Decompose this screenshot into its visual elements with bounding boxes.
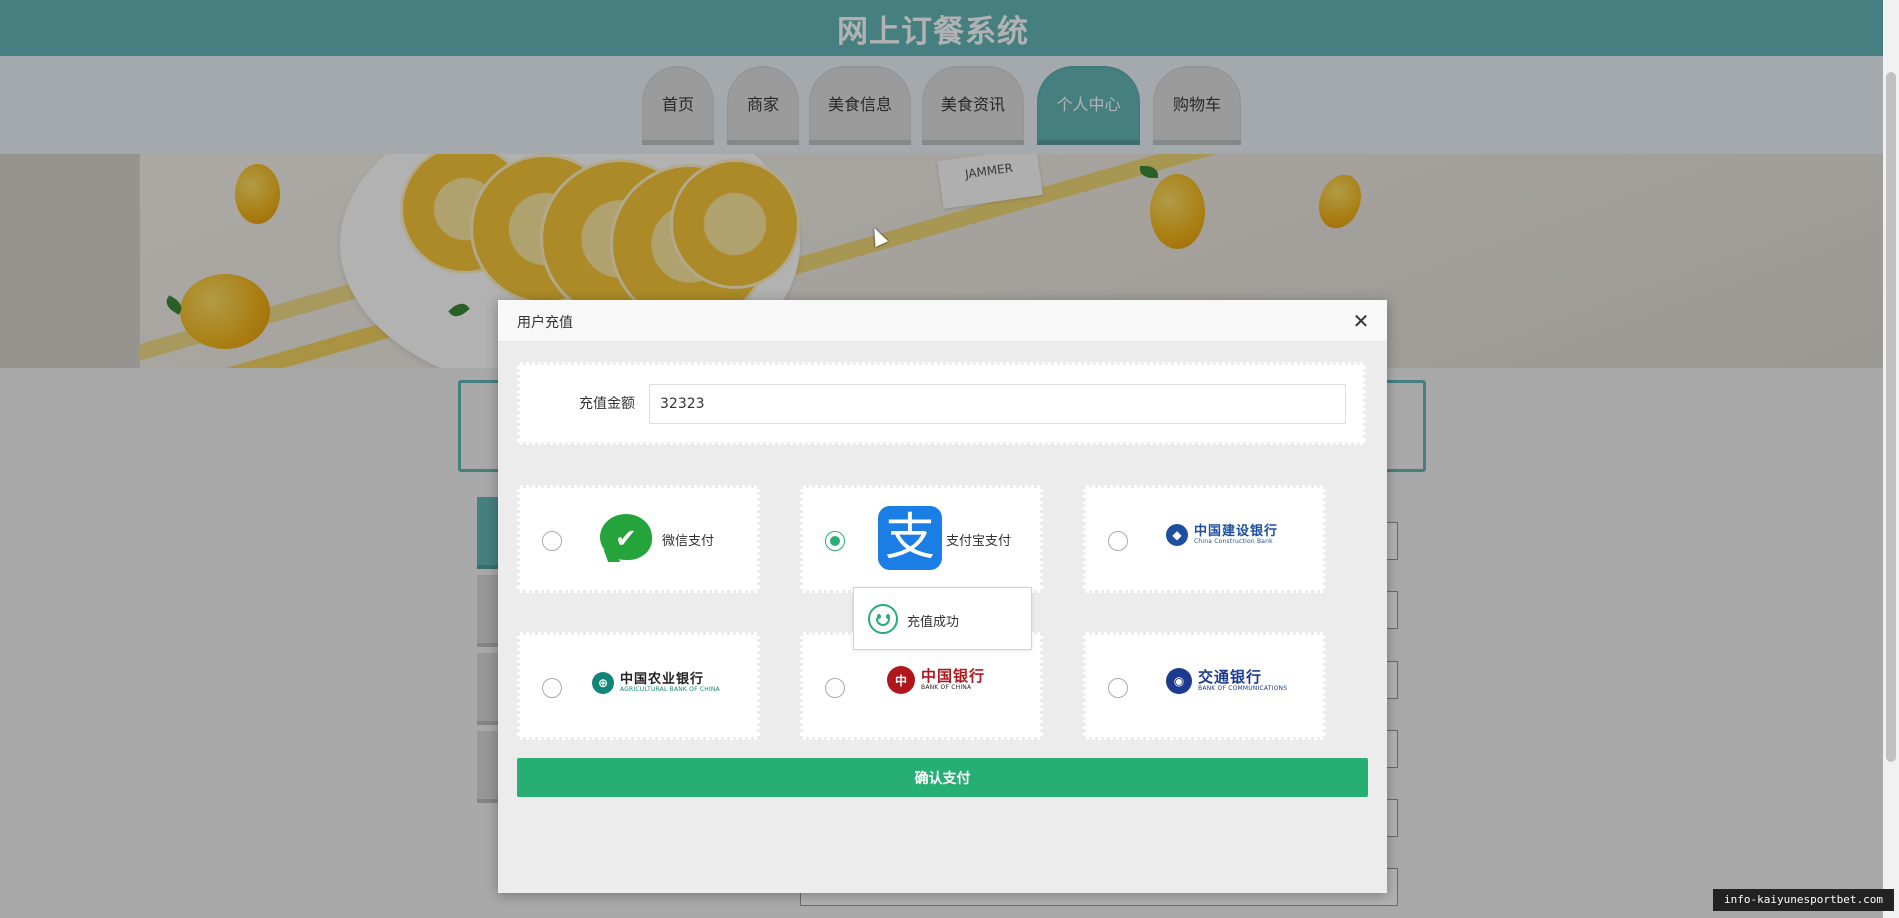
payment-option-wechat[interactable]: ✔ 微信支付 [517,485,760,593]
payment-option-abc[interactable]: ⊕ 中国农业银行 AGRICULTURAL BANK OF CHINA [517,632,760,740]
payment-radio-boc[interactable] [825,678,845,698]
alipay-logo: 支 [878,506,942,570]
payment-radio-wechat[interactable] [542,531,562,551]
payment-radio-bocom[interactable] [1108,678,1128,698]
payment-option-bocom[interactable]: ◉ 交通银行 BANK OF COMMUNICATIONS [1083,632,1326,740]
scrollbar-thumb[interactable] [1886,72,1896,762]
ccb-mark-icon: ◆ [1166,524,1188,546]
watermark: info-kaiyunesportbet.com [1713,889,1894,911]
amount-input[interactable] [649,384,1346,424]
success-toast: 充值成功 [853,587,1032,650]
smile-icon [868,604,898,634]
dialog-header: 用户充值 ✕ [498,300,1387,342]
payment-label-wechat: 微信支付 [662,534,715,549]
amount-label: 充值金额 [579,396,635,412]
bocom-mark-icon: ◉ [1166,668,1192,694]
dialog-title: 用户充值 [517,315,573,331]
abc-mark-icon: ⊕ [592,672,614,694]
ccb-logo: ◆ 中国建设银行 China Construction Bank [1166,524,1278,546]
abc-logo: ⊕ 中国农业银行 AGRICULTURAL BANK OF CHINA [592,672,720,694]
payment-option-alipay[interactable]: 支 支付宝支付 [800,485,1043,593]
payment-label-alipay: 支付宝支付 [946,534,1012,549]
amount-section: 充值金额 [517,362,1366,445]
toast-message: 充值成功 [907,615,960,630]
payment-radio-alipay[interactable] [825,531,845,551]
wechat-pay-logo: ✔ [600,514,652,560]
payment-radio-abc[interactable] [542,678,562,698]
payment-option-ccb[interactable]: ◆ 中国建设银行 China Construction Bank [1083,485,1326,593]
close-icon[interactable]: ✕ [1350,310,1372,332]
confirm-payment-button[interactable]: 确认支付 [517,758,1368,797]
payment-radio-ccb[interactable] [1108,531,1128,551]
boc-logo: 中 中国银行 BANK OF CHINA [887,666,985,694]
bocom-logo: ◉ 交通银行 BANK OF COMMUNICATIONS [1166,668,1287,694]
boc-mark-icon: 中 [887,666,915,694]
